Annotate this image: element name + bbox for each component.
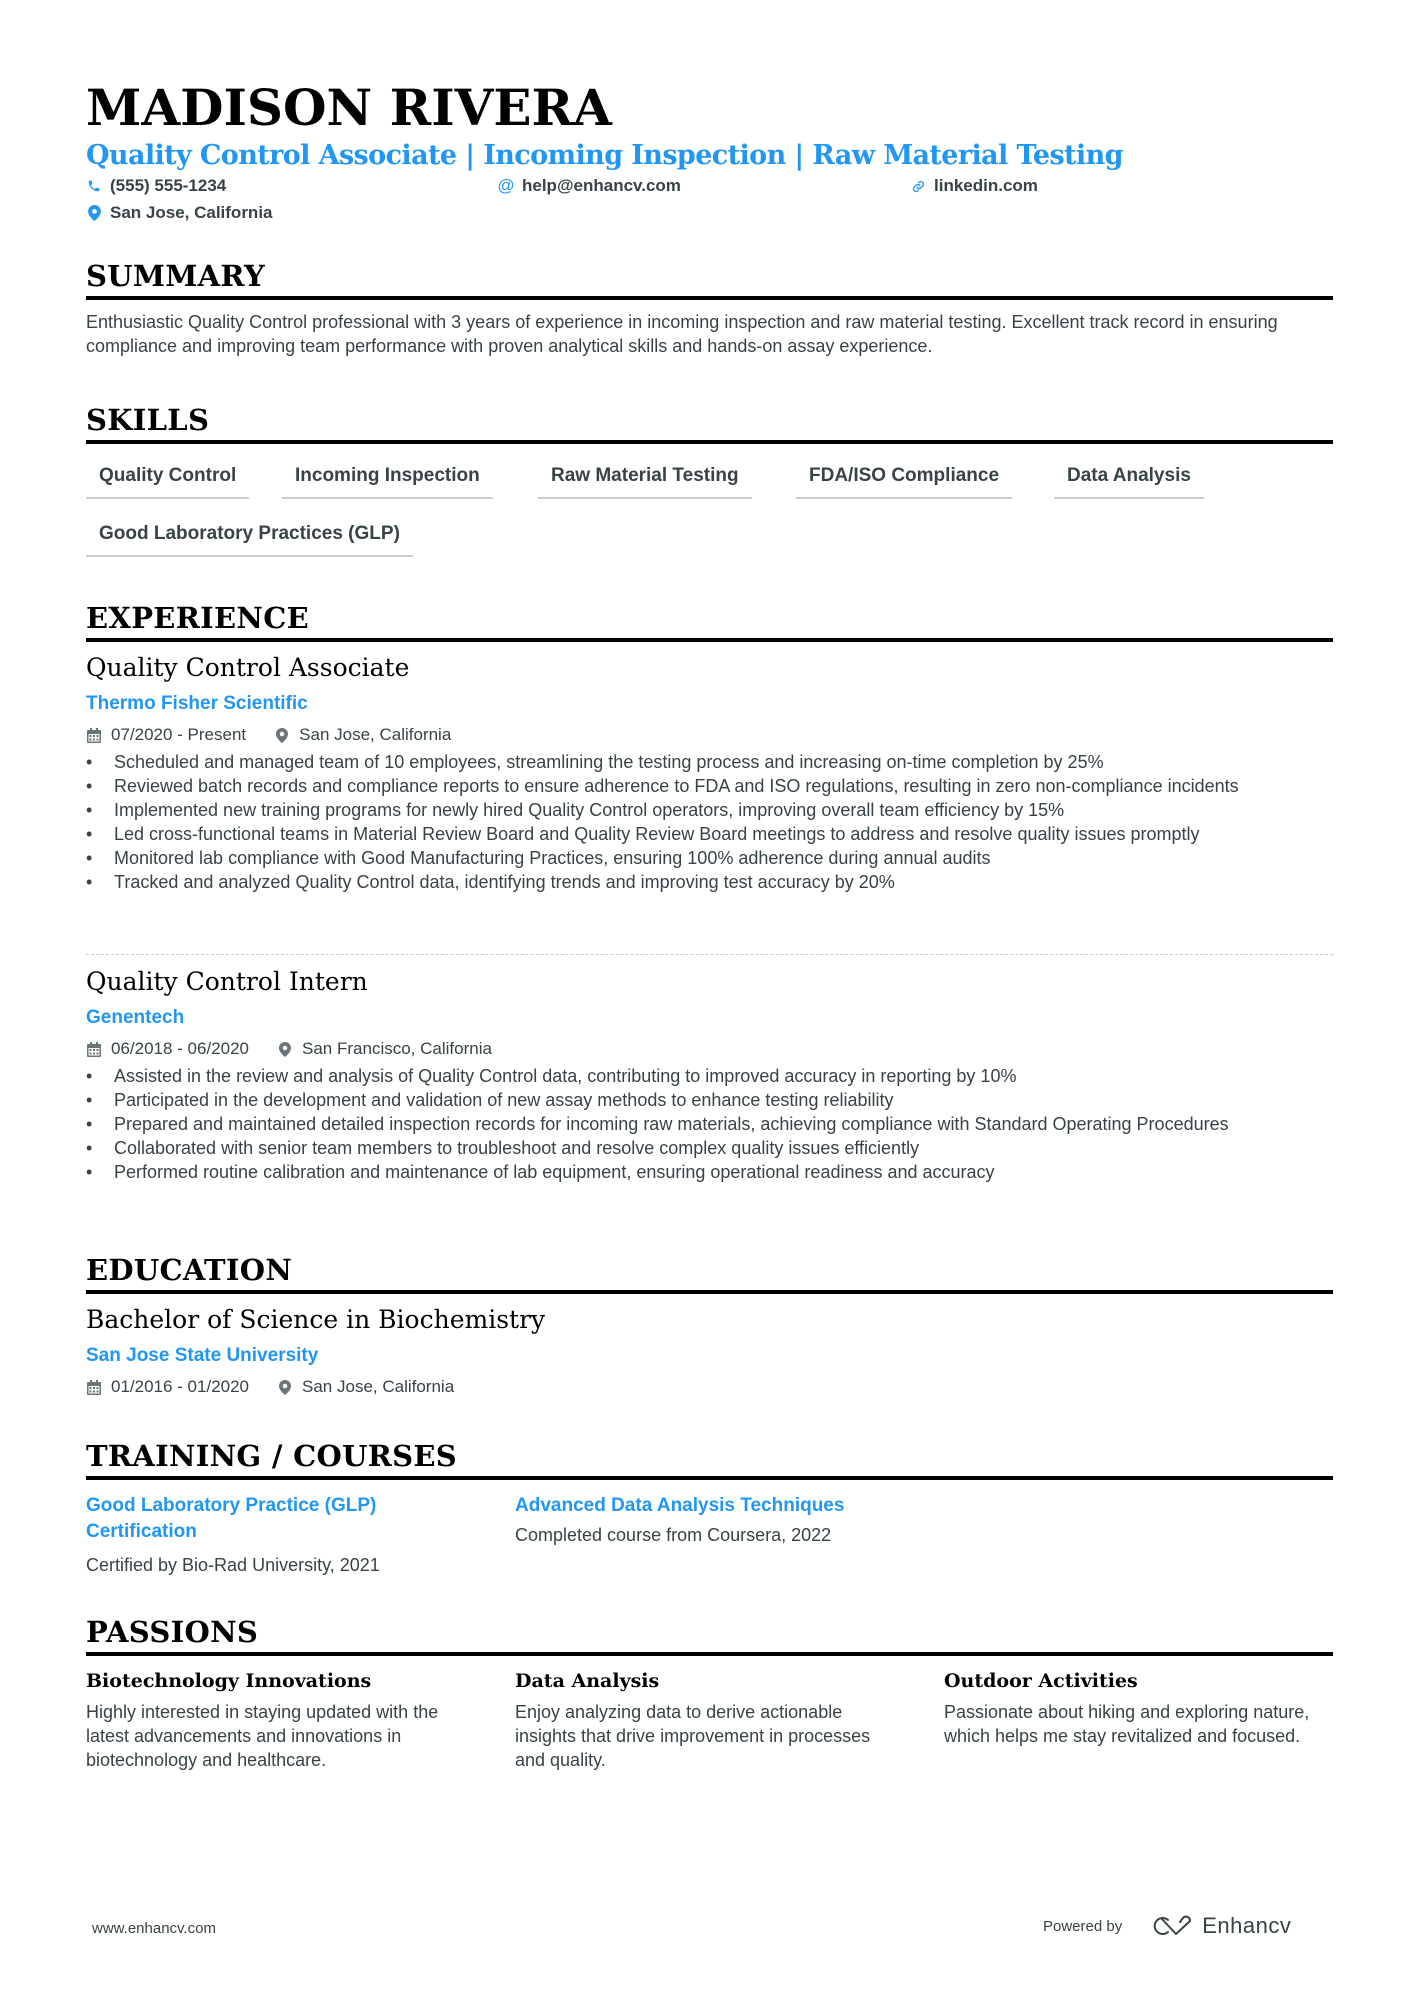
job-bullets: Scheduled and managed team of 10 employe… [86,750,1333,894]
job-bullets: Assisted in the review and analysis of Q… [86,1064,1333,1184]
calendar-icon [86,1041,102,1057]
bullet-item: Led cross-functional teams in Material R… [86,822,1333,846]
bullet-item: Prepared and maintained detailed inspect… [86,1112,1333,1136]
course-description: Completed course from Coursera, 2022 [515,1525,832,1545]
job-meta: 07/2020 - Present San Jose, California [86,724,451,746]
bullet-item: Performed routine calibration and mainte… [86,1160,1333,1184]
education-dates: 01/2016 - 01/2020 [111,1377,250,1396]
candidate-name: MADISON RIVERA [86,78,612,137]
bullet-item: Collaborated with senior team members to… [86,1136,1333,1160]
course-description: Certified by Bio-Rad University, 2021 [86,1555,380,1575]
job-location: San Jose, California [299,725,452,744]
job-location: San Francisco, California [302,1039,492,1058]
skill-tag: Good Laboratory Practices (GLP) [86,521,413,557]
email-link[interactable]: help@enhancv.com [522,175,681,197]
footer-website-link[interactable]: www.enhancv.com [92,1920,216,1937]
section-title-skills: SKILLS [86,402,1333,444]
company-name: Genentech [86,1007,185,1028]
section-title-experience: EXPERIENCE [86,600,1333,642]
section-title-training: TRAINING / COURSES [86,1438,1333,1480]
company-name: Thermo Fisher Scientific [86,693,308,714]
phone-text: (555) 555-1234 [110,176,227,195]
job-divider [86,954,1333,955]
candidate-headline: Quality Control Associate | Incoming Ins… [86,140,1124,171]
section-title-passions: PASSIONS [86,1614,1333,1656]
contact-link[interactable]: linkedin.com [910,175,1038,197]
section-title-education: EDUCATION [86,1252,1333,1294]
job-title: Quality Control Intern [86,967,368,996]
calendar-icon [86,1379,102,1395]
powered-by-label: Powered by [1043,1917,1123,1935]
job-dates: 07/2020 - Present [111,725,247,744]
bullet-item: Scheduled and managed team of 10 employe… [86,750,1333,774]
degree-title: Bachelor of Science in Biochemistry [86,1305,546,1334]
contact-location: San Jose, California [86,202,273,224]
section-title-summary: SUMMARY [86,258,1333,300]
job-meta: 06/2018 - 06/2020 San Francisco, Califor… [86,1038,492,1060]
bullet-item: Participated in the development and vali… [86,1088,1333,1112]
map-pin-icon [277,1041,293,1057]
at-icon: @ [497,176,515,195]
link-icon [910,178,926,194]
footer-powered-by[interactable]: Powered by Enhancv [1043,1913,1291,1939]
bullet-item: Implemented new training programs for ne… [86,798,1333,822]
education-meta: 01/2016 - 01/2020 San Jose, California [86,1376,454,1398]
contact-phone: (555) 555-1234 [86,175,226,197]
passion-description: Highly interested in staying updated wit… [86,1702,439,1770]
phone-icon [86,178,102,194]
bullet-item: Monitored lab compliance with Good Manuf… [86,846,1333,870]
skill-tag: Raw Material Testing [538,463,752,499]
calendar-icon [86,727,102,743]
skill-tag: FDA/ISO Compliance [796,463,1013,499]
course-title: Advanced Data Analysis Techniques [515,1495,845,1516]
contact-email[interactable]: @ help@enhancv.com [497,175,681,197]
passion-title: Biotechnology Innovations [86,1670,372,1692]
passion-title: Data Analysis [515,1670,660,1692]
course-title: Good Laboratory Practice (GLP) Certifica… [86,1495,377,1542]
summary-text: Enthusiastic Quality Control professiona… [86,312,1278,356]
passion-description: Passionate about hiking and exploring na… [944,1702,1310,1746]
map-pin-icon [274,727,290,743]
map-pin-icon [277,1379,293,1395]
skill-tag: Data Analysis [1054,463,1204,499]
school-name: San Jose State University [86,1345,319,1366]
enhancv-brand: Enhancv [1202,1913,1292,1938]
map-pin-icon [86,205,102,221]
location-text: San Jose, California [110,203,273,222]
bullet-item: Assisted in the review and analysis of Q… [86,1064,1333,1088]
skill-tag: Incoming Inspection [282,463,493,499]
education-location: San Jose, California [302,1377,455,1396]
enhancv-logo-icon [1153,1915,1192,1935]
passion-title: Outdoor Activities [944,1670,1138,1692]
linkedin-link[interactable]: linkedin.com [934,175,1038,197]
passion-description: Enjoy analyzing data to derive actionabl… [515,1702,871,1770]
bullet-item: Reviewed batch records and compliance re… [86,774,1333,798]
job-title: Quality Control Associate [86,653,410,682]
enhancv-logo[interactable]: Enhancv [1150,1913,1291,1939]
bullet-item: Tracked and analyzed Quality Control dat… [86,870,1333,894]
skill-tag: Quality Control [86,463,250,499]
job-dates: 06/2018 - 06/2020 [111,1039,250,1058]
